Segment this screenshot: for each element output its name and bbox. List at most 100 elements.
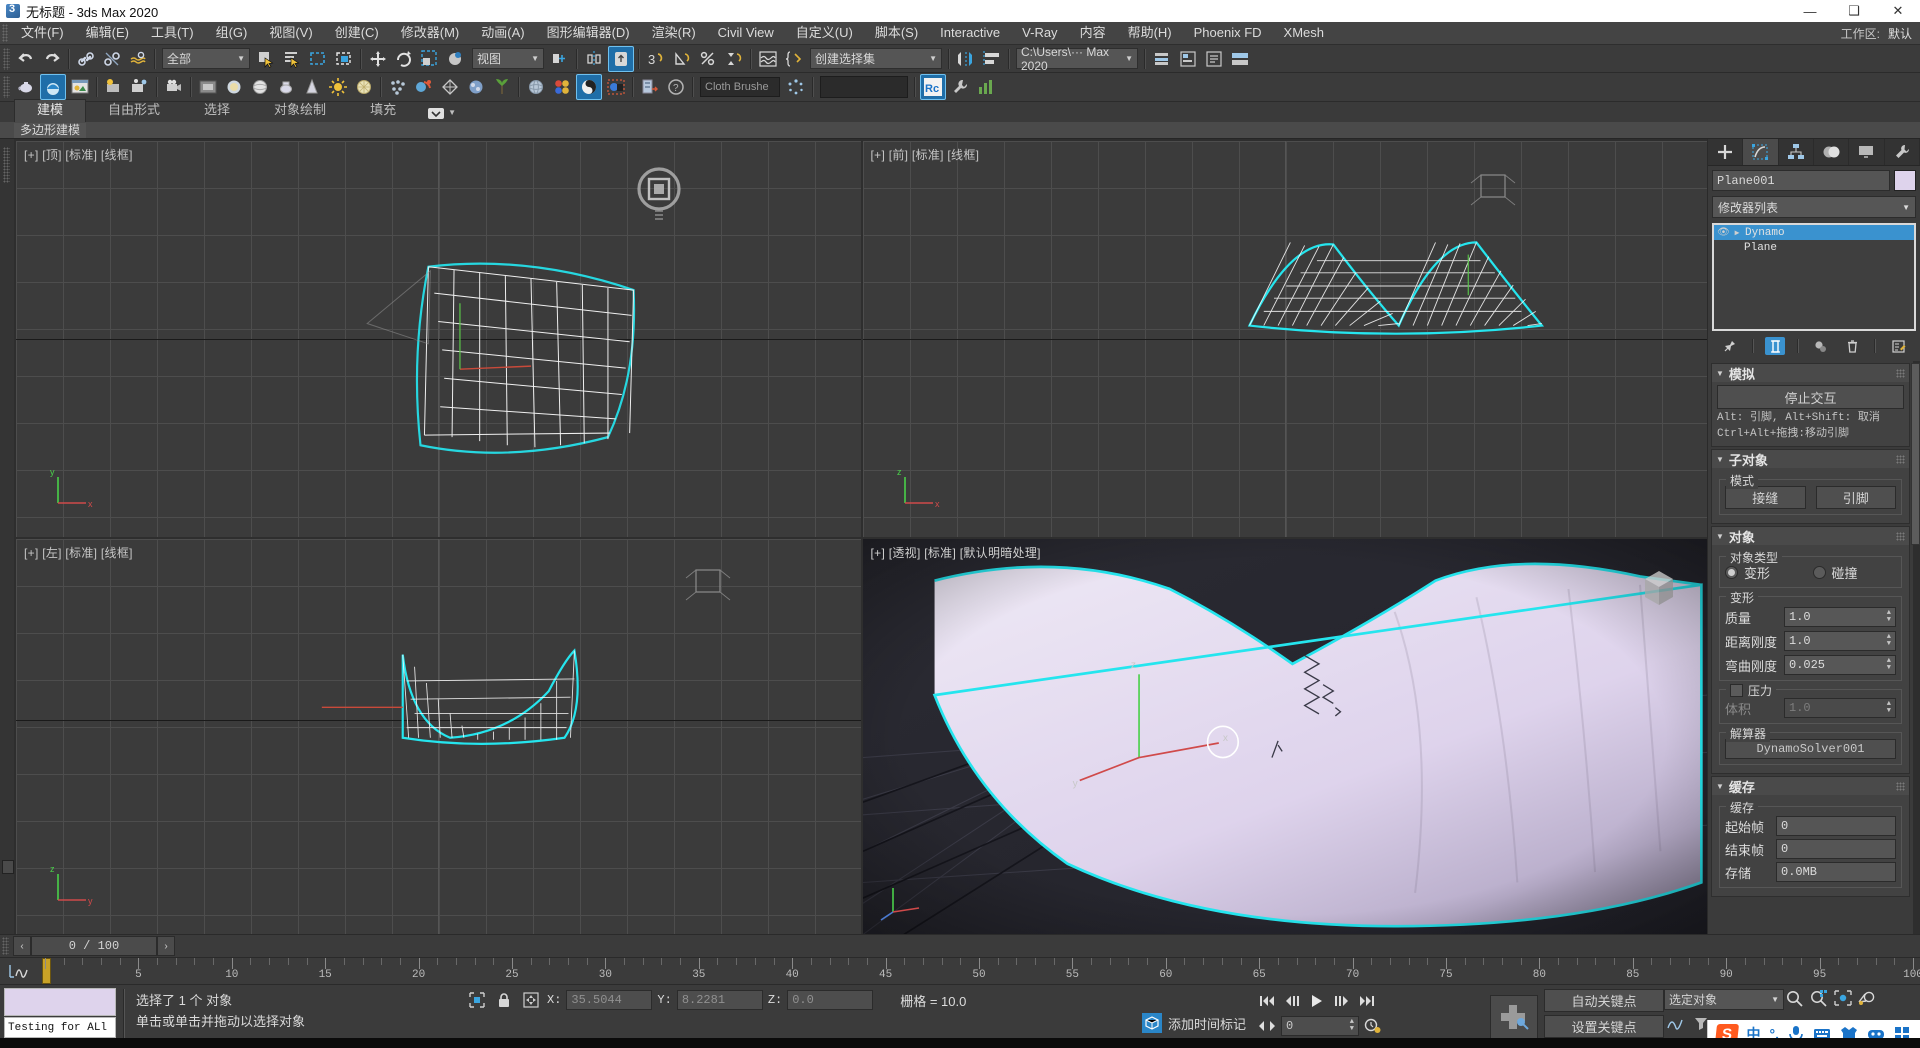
viewport-front[interactable]: [+] [前] [标准] [线框] xyxy=(863,141,1708,537)
stop-interaction-button[interactable]: 停止交互 xyxy=(1717,385,1904,409)
create-tab[interactable] xyxy=(1708,139,1743,165)
wrench-icon[interactable] xyxy=(948,75,972,99)
ribbon-tab-populate[interactable]: 填充 xyxy=(348,100,418,122)
remove-modifier-icon[interactable] xyxy=(1843,337,1863,355)
menu-item-edit[interactable]: 编辑(E) xyxy=(75,22,140,44)
spinner-snap-icon[interactable] xyxy=(722,47,746,71)
placement-icon[interactable] xyxy=(444,47,468,71)
left-strip-toggle[interactable] xyxy=(2,860,14,874)
zoom-icon[interactable] xyxy=(1784,988,1806,1008)
time-slider-handle[interactable]: ‹ 0 / 100 › xyxy=(13,936,175,956)
close-button[interactable]: ✕ xyxy=(1876,0,1920,22)
material-editor-icon[interactable] xyxy=(40,74,66,100)
color-selector-icon[interactable] xyxy=(604,75,628,99)
sunlight-icon[interactable] xyxy=(326,75,350,99)
menu-item-help[interactable]: 帮助(H) xyxy=(1117,22,1183,44)
select-object-icon[interactable] xyxy=(254,47,278,71)
bend-stiffness-spinner[interactable]: 0.025 ▲▼ xyxy=(1784,655,1896,675)
menu-item-create[interactable]: 创建(C) xyxy=(324,22,390,44)
menu-item-animation[interactable]: 动画(A) xyxy=(470,22,535,44)
selection-lock-region-icon[interactable] xyxy=(466,990,488,1010)
menu-item-file[interactable]: 文件(F) xyxy=(10,22,75,44)
render-setup-icon[interactable] xyxy=(68,75,92,99)
viewport-left[interactable]: [+] [左] [标准] [线框] xyxy=(16,539,861,935)
rendered-frame-icon[interactable] xyxy=(196,75,220,99)
command-panel-scrollbar[interactable] xyxy=(1913,361,1920,934)
menu-item-content[interactable]: 内容 xyxy=(1069,22,1117,44)
show-end-result-icon[interactable] xyxy=(1765,337,1785,355)
ribbon-tab-object-paint[interactable]: 对象绘制 xyxy=(252,100,348,122)
particle-icon[interactable] xyxy=(386,75,410,99)
pin-stack-icon[interactable] xyxy=(1720,337,1740,355)
track-bar[interactable]: 5101520253035404550556065707580859095100 xyxy=(0,957,1920,984)
distance-stiffness-spinner[interactable]: 1.0 ▲▼ xyxy=(1784,631,1896,651)
select-move-icon[interactable] xyxy=(366,47,390,71)
sphere-gizmo-icon[interactable] xyxy=(524,75,548,99)
color-spheres-icon[interactable] xyxy=(550,75,574,99)
use-center-icon[interactable] xyxy=(548,47,572,71)
angle-snap-icon[interactable] xyxy=(670,47,694,71)
rollout-object-header[interactable]: ▼ 对象 xyxy=(1712,527,1909,545)
end-frame-input[interactable]: 0 xyxy=(1776,839,1896,859)
workspace-selector[interactable]: 工作区: 默认 xyxy=(1841,25,1920,42)
prev-frame-arrow[interactable]: ‹ xyxy=(13,936,31,956)
menu-item-graph-editors[interactable]: 图形编辑器(D) xyxy=(536,22,641,44)
modifier-stack-item-plane[interactable]: Plane xyxy=(1714,240,1914,255)
y-coordinate-field[interactable]: 8.2281 xyxy=(677,990,763,1010)
add-time-tag-label[interactable]: 添加时间标记 xyxy=(1168,1014,1246,1033)
window-crossing-icon[interactable] xyxy=(332,47,356,71)
compact-material-icon[interactable] xyxy=(438,75,462,99)
frame-ruler[interactable]: 5101520253035404550556065707580859095100 xyxy=(38,958,1920,984)
object-color-swatch[interactable] xyxy=(1894,170,1916,191)
geosphere-icon[interactable] xyxy=(352,75,376,99)
absolute-relative-toggle-icon[interactable] xyxy=(520,990,542,1010)
manage-layers-icon[interactable] xyxy=(1150,47,1174,71)
motion-tab[interactable] xyxy=(1814,139,1849,165)
scrollbar-thumb[interactable] xyxy=(1911,363,1920,545)
rollout-simulation-header[interactable]: ▼ 模拟 xyxy=(1712,364,1909,382)
spinner-arrows-icon[interactable]: ▲▼ xyxy=(1350,1019,1354,1033)
x-coordinate-field[interactable]: 35.5044 xyxy=(566,990,652,1010)
z-coordinate-field[interactable]: 0.0 xyxy=(787,990,873,1010)
light-icon[interactable] xyxy=(222,75,246,99)
spacewarp-icon[interactable] xyxy=(756,47,780,71)
brush-name-field[interactable]: Cloth Brushe xyxy=(700,77,780,97)
minimize-button[interactable]: — xyxy=(1788,0,1832,22)
menu-item-civil-view[interactable]: Civil View xyxy=(707,22,785,44)
mass-spinner[interactable]: 1.0 ▲▼ xyxy=(1784,607,1896,627)
path-dropdown[interactable]: C:\Users\··· Max 2020 ▼ xyxy=(1016,48,1138,69)
prev-frame-icon[interactable] xyxy=(1281,991,1303,1011)
menu-item-phoenix-fd[interactable]: Phoenix FD xyxy=(1183,22,1273,44)
next-frame-arrow[interactable]: › xyxy=(157,936,175,956)
menu-item-group[interactable]: 组(G) xyxy=(205,22,259,44)
redo-icon[interactable] xyxy=(40,47,64,71)
snaps-toggle-icon[interactable]: 3 xyxy=(644,47,668,71)
menu-item-scripting[interactable]: 脚本(S) xyxy=(864,22,929,44)
selection-lock-icon[interactable] xyxy=(493,990,515,1010)
object-name-input[interactable] xyxy=(1712,170,1890,191)
set-key-button[interactable] xyxy=(1490,995,1538,1039)
add-time-tag-icon[interactable] xyxy=(1142,1013,1162,1033)
mirror-icon[interactable] xyxy=(582,47,606,71)
goto-start-icon[interactable] xyxy=(1256,991,1278,1011)
modifier-stack[interactable]: 👁 ▶ Dynamo Plane xyxy=(1712,223,1916,331)
goto-end-icon[interactable] xyxy=(1356,991,1378,1011)
viewport-perspective[interactable]: z y x xyxy=(863,539,1708,935)
display-tab[interactable] xyxy=(1849,139,1884,165)
pressure-checkbox[interactable] xyxy=(1730,684,1743,697)
key-mode-toggle-icon[interactable] xyxy=(1256,1016,1278,1036)
hair-icon[interactable] xyxy=(412,75,436,99)
ribbon-tab-modeling[interactable]: 建模 xyxy=(14,99,86,122)
align-icon[interactable] xyxy=(608,46,634,72)
utilities-tab[interactable] xyxy=(1885,139,1920,165)
rectangle-select-icon[interactable] xyxy=(306,47,330,71)
solver-value-button[interactable]: DynamoSolver001 xyxy=(1725,739,1896,759)
field-of-view-icon[interactable] xyxy=(1856,988,1878,1008)
bind-spacewarp-icon[interactable] xyxy=(126,47,150,71)
ribbon-tab-selection[interactable]: 选择 xyxy=(182,100,252,122)
eye-icon[interactable]: 👁 xyxy=(1716,227,1731,239)
select-link-icon[interactable] xyxy=(74,47,98,71)
view-cube-persp-icon[interactable] xyxy=(1631,559,1687,615)
rollout-subobject-header[interactable]: ▼ 子对象 xyxy=(1712,450,1909,468)
menu-item-rendering[interactable]: 渲染(R) xyxy=(641,22,707,44)
